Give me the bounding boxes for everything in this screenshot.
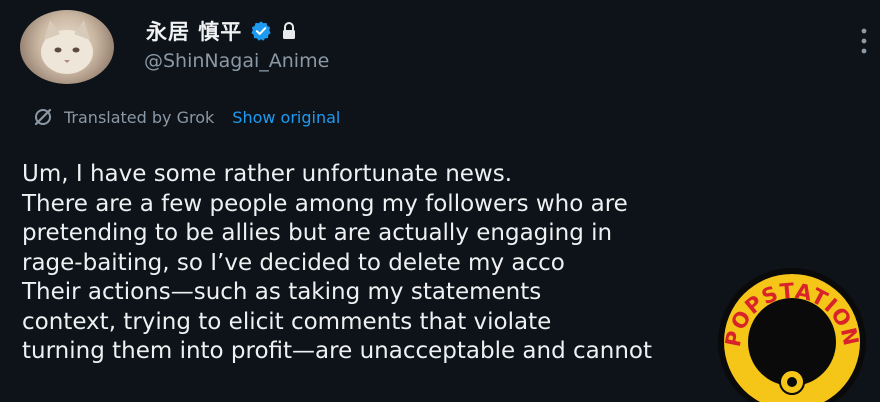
more-options-icon[interactable] — [860, 26, 868, 56]
author-name-row: 永居 慎平 — [146, 16, 298, 46]
author-handle[interactable]: @ShinNagai_Anime — [144, 50, 329, 72]
post-line: Um, I have some rather unfortunate news. — [22, 161, 513, 187]
lock-icon — [283, 22, 296, 39]
show-original-link[interactable]: Show original — [232, 108, 340, 127]
verified-badge-icon — [251, 21, 271, 41]
avatar[interactable] — [20, 10, 114, 84]
author-display-name[interactable]: 永居 慎平 — [146, 16, 242, 46]
post-line: There are a few people among my follower… — [22, 190, 628, 217]
translated-by-label: Translated by Grok — [64, 107, 215, 127]
post-line: pretending to be allies but are actually… — [22, 220, 613, 246]
popstation-logo: POPSTATION — [718, 268, 866, 402]
translation-bar: Translated by Grok Show original — [32, 104, 340, 130]
grok-icon — [34, 108, 52, 126]
